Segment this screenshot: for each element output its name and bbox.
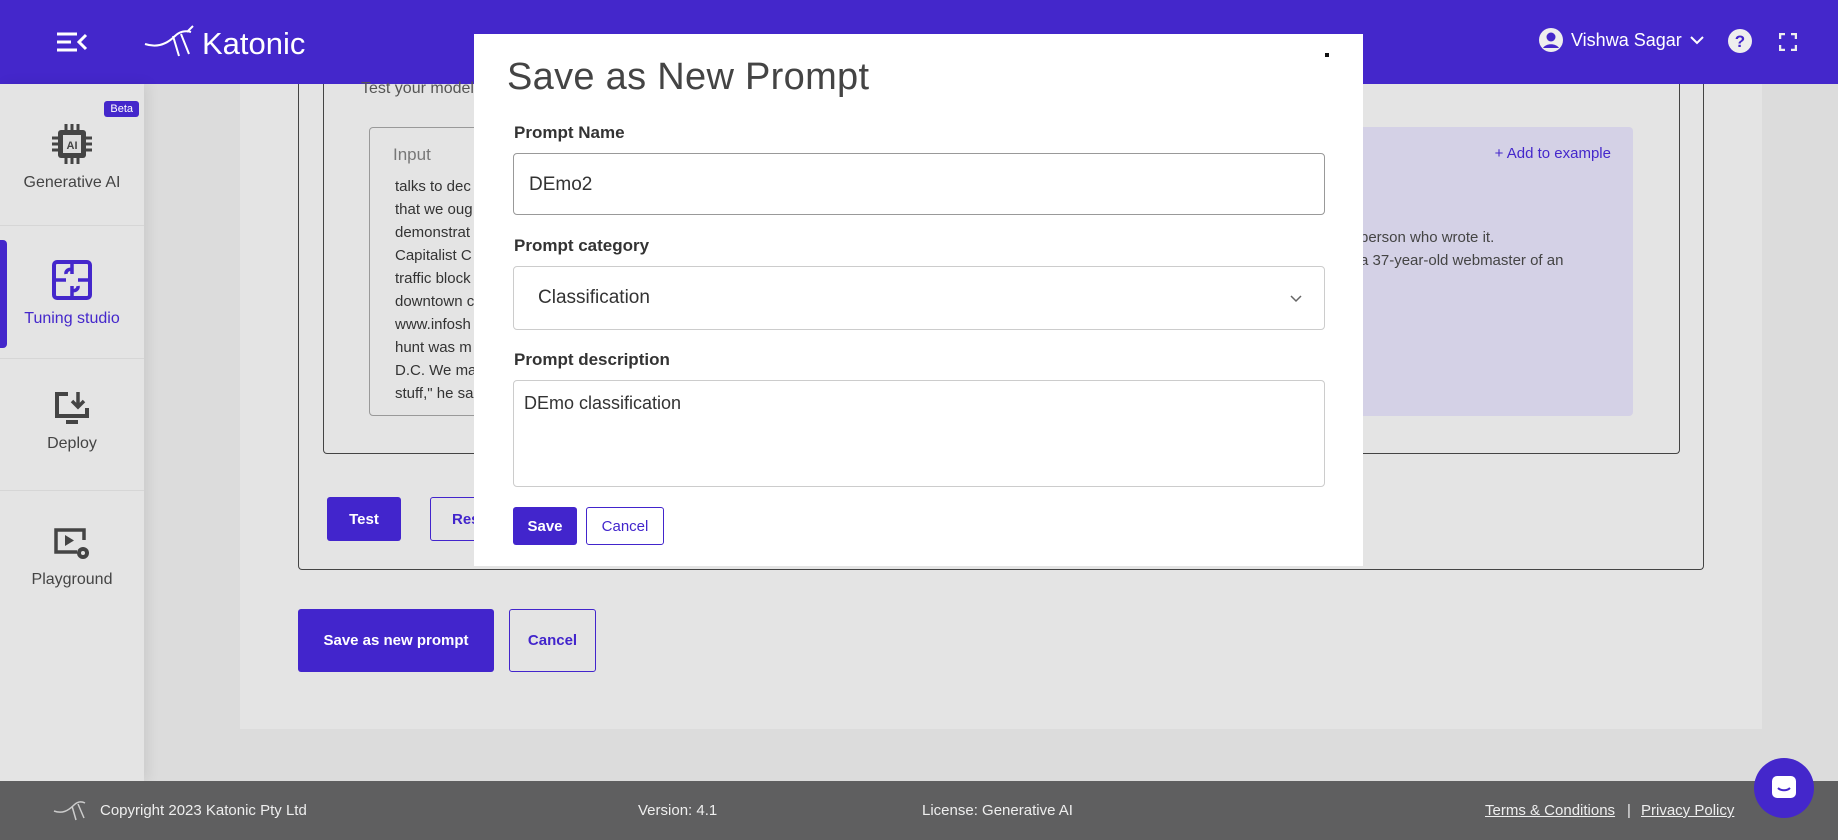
footer: Copyright 2023 Katonic Pty Ltd Version: … [0, 781, 1838, 840]
chat-launcher-button[interactable] [1754, 758, 1814, 818]
sidebar: Beta AI Generative AI Tuning studio Depl… [0, 84, 144, 781]
menu-collapse-icon[interactable] [56, 31, 88, 53]
copyright: Copyright 2023 Katonic Pty Ltd [100, 802, 307, 819]
terms-link[interactable]: Terms & Conditions [1485, 802, 1615, 819]
katonic-logo-icon [144, 25, 194, 57]
user-menu[interactable]: Vishwa Sagar [1539, 28, 1704, 52]
sidebar-item-playground[interactable]: Playground [0, 491, 144, 623]
output-text: person who wrote it. a 37-year-old webma… [1360, 226, 1563, 272]
svg-text:?: ? [1735, 32, 1745, 51]
sidebar-item-generative-ai[interactable]: Beta AI Generative AI [0, 84, 144, 226]
sidebar-item-label: Tuning studio [24, 310, 120, 327]
selected-category: Classification [538, 287, 650, 308]
test-button[interactable]: Test [327, 497, 401, 541]
beta-badge: Beta [104, 101, 139, 117]
katonic-footer-logo-icon [53, 801, 86, 821]
user-name: Vishwa Sagar [1571, 29, 1682, 50]
chevron-down-icon [1690, 36, 1704, 45]
prompt-description-label: Prompt description [514, 350, 670, 369]
save-as-new-prompt-button[interactable]: Save as new prompt [298, 609, 494, 672]
license: License: Generative AI [922, 802, 1073, 819]
chevron-down-icon [1290, 295, 1302, 303]
output-line: person who wrote it. [1360, 229, 1495, 246]
sidebar-item-label: Deploy [47, 435, 97, 452]
save-prompt-modal: Save as New Prompt Prompt Name DEmo2 Pro… [474, 34, 1363, 566]
playground-icon [54, 528, 89, 559]
sidebar-item-label: Generative AI [23, 174, 121, 191]
deploy-icon [55, 392, 89, 424]
prompt-name-input[interactable]: DEmo2 [513, 153, 1325, 215]
brand-name: Katonic [202, 26, 306, 61]
fullscreen-icon[interactable] [1779, 33, 1797, 51]
sidebar-item-deploy[interactable]: Deploy [0, 359, 144, 491]
prompt-category-label: Prompt category [514, 236, 650, 255]
sidebar-item-tuning-studio[interactable]: Tuning studio [0, 226, 144, 359]
prompt-category-select[interactable]: Classification [513, 266, 1325, 330]
chat-icon [1772, 776, 1796, 798]
cancel-button[interactable]: Cancel [509, 609, 596, 672]
add-to-example-link[interactable]: + Add to example [1495, 145, 1611, 162]
prompt-name-label: Prompt Name [514, 123, 625, 142]
prompt-description-textarea[interactable]: DEmo classification [513, 380, 1325, 487]
help-icon[interactable]: ? [1728, 29, 1752, 53]
ai-chip-icon: AI [52, 124, 92, 164]
modal-title: Save as New Prompt [507, 56, 870, 98]
version: Version: 4.1 [638, 802, 718, 819]
user-avatar-icon [1539, 28, 1563, 52]
close-icon[interactable] [1325, 53, 1329, 57]
test-subtitle: Test your model [361, 80, 474, 97]
modal-cancel-button[interactable]: Cancel [586, 507, 664, 545]
svg-text:AI: AI [67, 140, 78, 152]
privacy-link[interactable]: Privacy Policy [1641, 802, 1734, 819]
puzzle-icon [52, 260, 92, 300]
output-line: a 37-year-old webmaster of an [1360, 252, 1564, 269]
sidebar-item-label: Playground [31, 571, 113, 588]
modal-save-button[interactable]: Save [513, 507, 577, 545]
footer-separator: | [1627, 802, 1631, 819]
